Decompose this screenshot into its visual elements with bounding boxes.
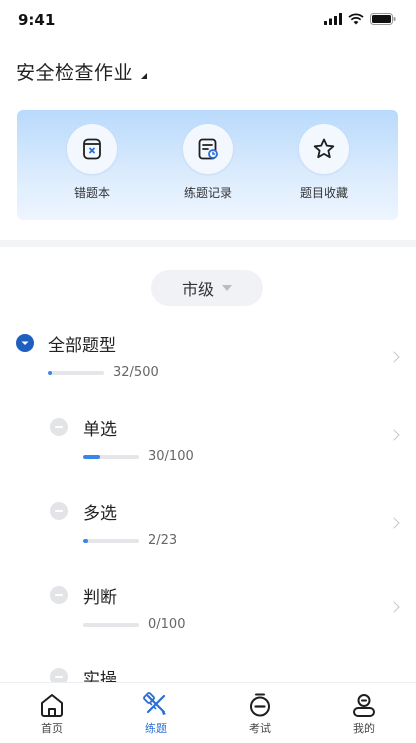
wrong-book-icon (67, 124, 117, 174)
row-label: 单选 (83, 420, 117, 440)
practice-record-label: 练题记录 (183, 186, 232, 200)
collapse-toggle-icon[interactable] (16, 334, 34, 352)
favorites-label: 题目收藏 (299, 186, 348, 200)
status-icons (324, 13, 396, 25)
caret-down-icon (141, 72, 148, 79)
progress-fill (48, 371, 52, 375)
wifi-icon (348, 13, 364, 25)
caret-down-icon (222, 285, 232, 291)
tab-profile[interactable]: 我的 (312, 683, 416, 743)
project-selector[interactable]: 安全检查作业 (16, 58, 148, 85)
level-selector[interactable]: 市级 (151, 270, 263, 306)
progress-fill (83, 539, 88, 543)
practice-icon (143, 692, 166, 715)
home-icon (41, 694, 63, 717)
battery-icon (370, 13, 396, 25)
row-label: 全部题型 (48, 336, 116, 356)
tab-label: 首页 (41, 722, 63, 735)
question-type-row-all[interactable]: 全部题型 32/500 (0, 322, 416, 400)
row-label: 多选 (83, 504, 117, 524)
progress-bar (83, 455, 139, 459)
star-icon (299, 124, 349, 174)
status-time: 9:41 (18, 11, 56, 29)
bottom-tab-bar: 首页 练题 考试 我的 (0, 682, 416, 743)
chevron-right-icon (388, 351, 400, 363)
tab-exam[interactable]: 考试 (208, 683, 312, 743)
practice-record-button[interactable]: 练题记录 (158, 124, 258, 201)
question-type-row-single[interactable]: 单选 30/100 (0, 406, 416, 484)
tab-home[interactable]: 首页 (0, 683, 104, 743)
row-count: 0/100 (148, 617, 186, 632)
question-type-row-multi[interactable]: 多选 2/23 (0, 490, 416, 568)
progress-bar (83, 623, 139, 627)
chevron-right-icon (388, 517, 400, 529)
level-value: 市级 (181, 280, 214, 299)
profile-icon (353, 694, 375, 717)
expand-toggle-icon[interactable] (50, 586, 68, 604)
row-count: 32/500 (113, 365, 159, 380)
exam-timer-icon (250, 693, 270, 717)
tab-label: 考试 (249, 722, 271, 735)
practice-record-icon (183, 124, 233, 174)
question-type-row-practical[interactable]: 实操 (0, 662, 416, 684)
row-count: 2/23 (148, 533, 178, 548)
quick-actions-card: 错题本 练题记录 题目收藏 (17, 110, 398, 220)
wrong-book-label: 错题本 (73, 186, 110, 200)
question-type-row-judge[interactable]: 判断 0/100 (0, 574, 416, 652)
tab-label: 练题 (145, 722, 167, 735)
progress-bar (83, 539, 139, 543)
row-label: 判断 (83, 588, 117, 608)
expand-toggle-icon[interactable] (50, 418, 68, 436)
wrong-book-button[interactable]: 错题本 (42, 124, 142, 201)
page-title: 安全检查作业 (16, 62, 134, 84)
chevron-right-icon (388, 429, 400, 441)
progress-fill (83, 455, 100, 459)
row-count: 30/100 (148, 449, 194, 464)
chevron-right-icon (388, 601, 400, 613)
progress-bar (48, 371, 104, 375)
expand-toggle-icon[interactable] (50, 502, 68, 520)
tab-label: 我的 (353, 722, 375, 735)
section-divider (0, 240, 416, 247)
tab-practice[interactable]: 练题 (104, 683, 208, 743)
favorites-button[interactable]: 题目收藏 (274, 124, 374, 201)
cellular-signal-icon (324, 13, 342, 25)
status-bar: 9:41 (0, 0, 416, 44)
